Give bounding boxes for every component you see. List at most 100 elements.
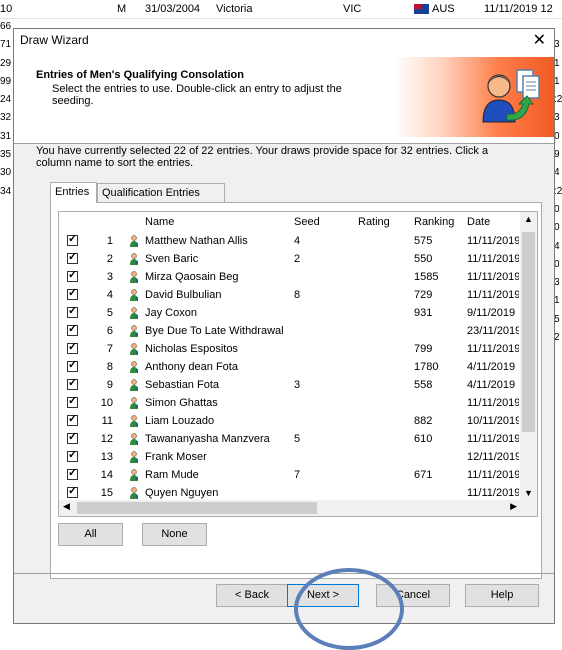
cell-fragment bbox=[554, 18, 562, 36]
entry-checkbox[interactable] bbox=[67, 286, 78, 300]
entry-checkbox[interactable] bbox=[67, 394, 78, 408]
next-button-highlight-circle bbox=[294, 568, 404, 650]
scroll-up-icon[interactable]: ▲ bbox=[524, 214, 533, 224]
entry-checkbox[interactable] bbox=[67, 340, 78, 354]
player-icon bbox=[130, 289, 138, 301]
select-all-button[interactable]: All bbox=[58, 523, 123, 546]
entry-ranking: 931 bbox=[414, 307, 433, 319]
cell-fragment: 0 bbox=[554, 258, 560, 270]
cell-dob: 31/03/2004 bbox=[145, 3, 201, 15]
table-row[interactable]: 1 Matthew Nathan Allis 4 575 11/11/2019 bbox=[59, 232, 519, 250]
table-row[interactable]: 13 Frank Moser 12/11/2019 bbox=[59, 448, 519, 466]
right-cell-fragments: 3 1 1 :2 3 0 9 4 :2 0 0 4 0 3 1 5 2 bbox=[554, 18, 562, 347]
header-title: Entries of Men's Qualifying Consolation bbox=[36, 69, 244, 81]
table-row[interactable]: 12 Tawananyasha Manzvera 5 610 11/11/2019 bbox=[59, 430, 519, 448]
row-number: 8 bbox=[106, 361, 113, 373]
entry-date: 11/11/2019 bbox=[467, 469, 519, 481]
select-none-button[interactable]: None bbox=[142, 523, 207, 546]
cell-gender: M bbox=[117, 3, 127, 15]
vertical-scrollbar[interactable]: ▲ ▼ bbox=[520, 212, 537, 500]
row-number: 32 bbox=[0, 112, 12, 124]
player-icon bbox=[130, 469, 138, 481]
column-header-ranking[interactable]: Ranking bbox=[414, 212, 454, 232]
entry-checkbox[interactable] bbox=[67, 466, 78, 480]
table-row[interactable]: 10 Simon Ghattas 11/11/2019 bbox=[59, 394, 519, 412]
wizard-header: Entries of Men's Qualifying Consolation … bbox=[14, 51, 554, 144]
table-row[interactable]: 11 Liam Louzado 882 10/11/2019 bbox=[59, 412, 519, 430]
entry-name: Frank Moser bbox=[145, 451, 207, 463]
entry-date: 4/11/2019 bbox=[467, 379, 516, 391]
back-button[interactable]: < Back bbox=[216, 584, 288, 607]
vertical-scroll-thumb[interactable] bbox=[522, 232, 535, 432]
entry-checkbox[interactable] bbox=[67, 376, 78, 390]
player-icon bbox=[130, 235, 138, 247]
row-number: 34 bbox=[0, 185, 12, 197]
left-row-numbers: 66 71 29 99 24 32 31 35 30 34 bbox=[0, 18, 12, 201]
entry-checkbox[interactable] bbox=[67, 448, 78, 462]
entry-name: Bye Due To Late Withdrawal bbox=[145, 325, 284, 337]
cell-fragment: 0 bbox=[554, 222, 560, 234]
wizard-people-icon bbox=[482, 69, 540, 123]
entry-name: Sebastian Fota bbox=[145, 379, 219, 391]
entry-name: Mirza Qaosain Beg bbox=[145, 271, 239, 283]
entry-checkbox[interactable] bbox=[67, 268, 78, 282]
entry-checkbox[interactable] bbox=[67, 484, 78, 498]
table-row[interactable]: 6 Bye Due To Late Withdrawal 23/11/2019 bbox=[59, 322, 519, 340]
cell-fragment: 1 bbox=[554, 75, 560, 87]
entry-name: Ram Mude bbox=[145, 469, 199, 481]
entry-checkbox[interactable] bbox=[67, 250, 78, 264]
entry-name: David Bulbulian bbox=[145, 289, 222, 301]
table-row[interactable]: 8 Anthony dean Fota 1780 4/11/2019 bbox=[59, 358, 519, 376]
entry-date: 11/11/2019 bbox=[467, 289, 519, 301]
entry-name: Liam Louzado bbox=[145, 415, 215, 427]
table-row[interactable]: 4 David Bulbulian 8 729 11/11/2019 bbox=[59, 286, 519, 304]
row-number: 30 bbox=[0, 167, 12, 179]
scroll-left-icon[interactable]: ◀ bbox=[63, 501, 70, 512]
entry-checkbox[interactable] bbox=[67, 412, 78, 426]
horizontal-scroll-thumb[interactable] bbox=[77, 502, 317, 514]
close-icon[interactable]: ✕ bbox=[533, 30, 546, 50]
entry-checkbox[interactable] bbox=[67, 304, 78, 318]
entry-date: 11/11/2019 bbox=[467, 487, 519, 499]
tab-entries[interactable]: Entries bbox=[50, 182, 97, 203]
entry-name: Tawananyasha Manzvera bbox=[145, 433, 270, 445]
entry-date: 11/11/2019 bbox=[467, 343, 519, 355]
table-row[interactable]: 3 Mirza Qaosain Beg 1585 11/11/2019 bbox=[59, 268, 519, 286]
scroll-right-icon[interactable]: ▶ bbox=[510, 501, 517, 512]
entry-ranking: 550 bbox=[414, 253, 433, 265]
entry-ranking: 671 bbox=[414, 469, 433, 481]
player-icon bbox=[130, 253, 138, 265]
entry-name: Quyen Nguyen bbox=[145, 487, 219, 499]
row-number: 10 bbox=[100, 397, 113, 409]
column-header-rating[interactable]: Rating bbox=[358, 212, 390, 232]
column-header-seed[interactable]: Seed bbox=[294, 212, 320, 232]
entry-date: 11/11/2019 bbox=[467, 271, 519, 283]
entry-checkbox[interactable] bbox=[67, 430, 78, 444]
column-header-name[interactable]: Name bbox=[145, 212, 174, 232]
tab-qualification-entries[interactable]: Qualification Entries bbox=[97, 183, 225, 202]
row-number: 13 bbox=[100, 451, 113, 463]
table-row[interactable]: 14 Ram Mude 7 671 11/11/2019 bbox=[59, 466, 519, 484]
horizontal-scrollbar[interactable]: ◀ ▶ bbox=[59, 500, 537, 516]
entry-date: 11/11/2019 bbox=[467, 433, 519, 445]
column-header-date[interactable]: Date bbox=[467, 212, 490, 232]
scroll-down-icon[interactable]: ▼ bbox=[524, 488, 533, 498]
row-number: 12 bbox=[100, 433, 113, 445]
table-row[interactable]: 9 Sebastian Fota 3 558 4/11/2019 bbox=[59, 376, 519, 394]
table-row[interactable]: 5 Jay Coxon 931 9/11/2019 bbox=[59, 304, 519, 322]
title-bar[interactable]: Draw Wizard ✕ bbox=[14, 29, 554, 51]
help-button[interactable]: Help bbox=[465, 584, 539, 607]
entry-checkbox[interactable] bbox=[67, 232, 78, 246]
cell-fragment: :2 bbox=[554, 185, 562, 197]
table-row[interactable]: 2 Sven Baric 2 550 11/11/2019 bbox=[59, 250, 519, 268]
cell-fragment: 1 bbox=[554, 295, 560, 307]
entry-seed: 3 bbox=[294, 379, 301, 391]
entry-checkbox[interactable] bbox=[67, 322, 78, 336]
player-icon bbox=[130, 415, 138, 427]
row-number: 9 bbox=[106, 379, 113, 391]
table-row[interactable]: 7 Nicholas Espositos 799 11/11/2019 bbox=[59, 340, 519, 358]
row-number: 2 bbox=[106, 253, 113, 265]
entry-ranking: 558 bbox=[414, 379, 433, 391]
entry-name: Nicholas Espositos bbox=[145, 343, 238, 355]
entry-checkbox[interactable] bbox=[67, 358, 78, 372]
